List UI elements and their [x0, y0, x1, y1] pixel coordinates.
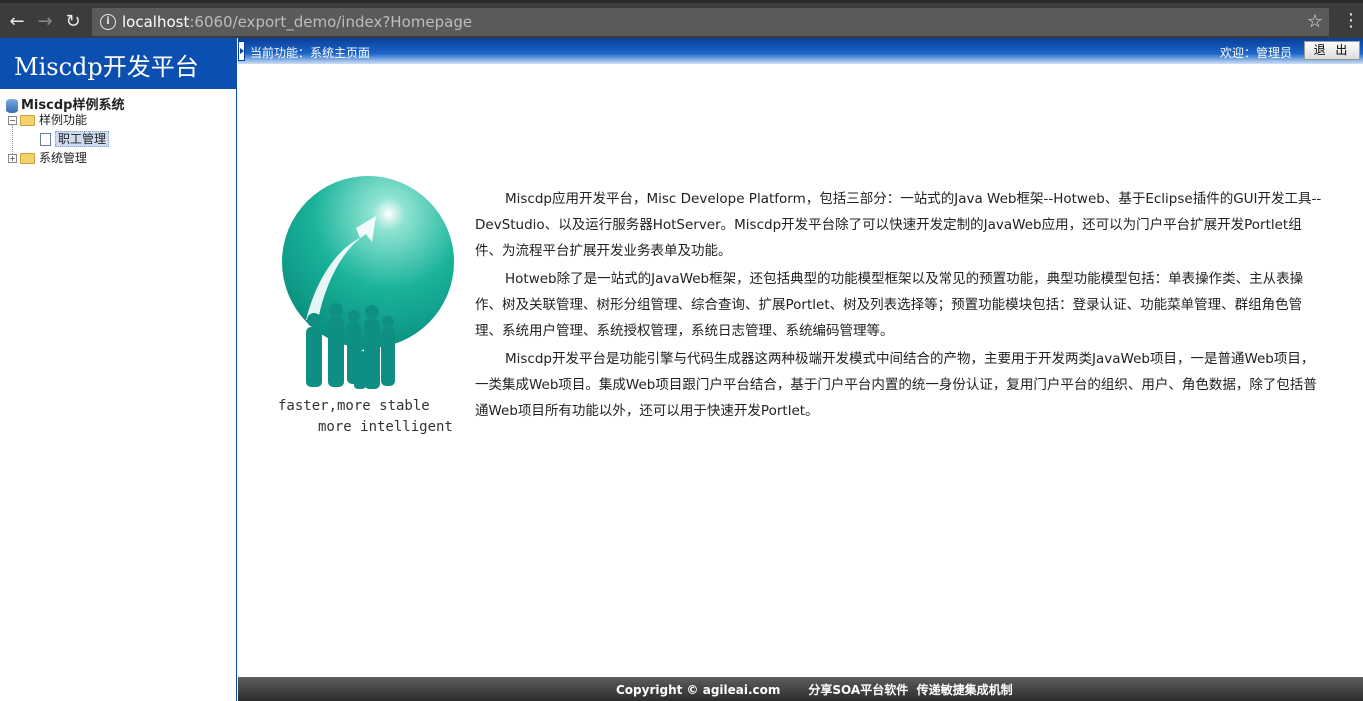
- welcome-text: 欢迎：管理员: [1220, 46, 1293, 60]
- browser-toolbar: ← → ↻ i localhost:6060/export_demo/index…: [0, 0, 1363, 38]
- bookmark-star-icon[interactable]: ☆: [1307, 11, 1323, 32]
- forward-arrow-icon[interactable]: →: [34, 11, 56, 33]
- platform-title: Miscdp开发平台: [14, 53, 199, 81]
- url-text[interactable]: localhost:6060/export_demo/index?Homepag…: [122, 13, 472, 31]
- footer-text: Copyright © agileai.com 分享SOA平台软件 传递敏捷集成机…: [616, 681, 1041, 698]
- tree-item-label: 样例功能: [39, 113, 88, 127]
- expand-toggle-icon[interactable]: +: [8, 154, 17, 163]
- intro-paragraph: Miscdp应用开发平台，Misc Develope Platform，包括三部…: [475, 191, 1322, 259]
- tree-item-label: 职工管理: [55, 131, 110, 147]
- sidebar-header: Miscdp开发平台: [0, 38, 237, 89]
- kebab-menu-icon[interactable]: ⋮: [1342, 12, 1360, 30]
- tree-item-employee-management[interactable]: 职工管理: [40, 131, 110, 147]
- logo-slogan-line2: more intelligent: [318, 419, 453, 435]
- intro-content: Miscdp应用开发平台，Misc Develope Platform，包括三部…: [475, 186, 1323, 426]
- collapse-toggle-icon[interactable]: −: [8, 116, 17, 125]
- collapse-sidebar-handle[interactable]: [238, 41, 245, 61]
- sidebar: Miscdp样例系统 − 样例功能 职工管理 + 系统管理: [0, 89, 237, 701]
- reload-icon[interactable]: ↻: [62, 11, 84, 33]
- breadcrumb: 当前功能：系统主页面: [250, 46, 371, 60]
- info-icon[interactable]: i: [100, 14, 116, 30]
- tree-item-sample-functions[interactable]: − 样例功能: [8, 112, 87, 128]
- tree-root-label: Miscdp样例系统: [21, 98, 125, 113]
- intro-paragraph: Hotweb除了是一站式的JavaWeb框架，还包括典型的功能模型框架以及常见的…: [475, 271, 1304, 339]
- footer: Copyright © agileai.com 分享SOA平台软件 传递敏捷集成机…: [238, 677, 1363, 701]
- copyright: Copyright © agileai.com: [616, 683, 781, 697]
- address-bar[interactable]: i localhost:6060/export_demo/index?Homep…: [92, 8, 1329, 36]
- tree-item-label: 系统管理: [39, 151, 88, 165]
- back-arrow-icon[interactable]: ←: [6, 11, 28, 33]
- url-path: :6060/export_demo/index?Homepage: [189, 13, 473, 31]
- logo-slogan-line1: faster,more stable: [278, 398, 430, 414]
- folder-icon: [20, 153, 35, 164]
- footer-slogan: 分享SOA平台软件 传递敏捷集成机制: [808, 683, 1013, 697]
- logout-button[interactable]: 退 出: [1304, 41, 1360, 60]
- tree-item-system-management[interactable]: + 系统管理: [8, 150, 87, 166]
- tree-root[interactable]: Miscdp样例系统: [6, 94, 124, 113]
- function-bar: 当前功能：系统主页面 欢迎：管理员 退 出: [238, 38, 1363, 64]
- folder-open-icon: [20, 115, 35, 126]
- database-icon: [6, 98, 18, 113]
- page-icon: [40, 133, 51, 146]
- intro-paragraph: Miscdp开发平台是功能引擎与代码生成器这两种极端开发模式中间结合的产物，主要…: [475, 351, 1317, 419]
- platform-logo: faster,more stable more intelligent: [278, 176, 454, 435]
- url-host: localhost: [122, 13, 190, 31]
